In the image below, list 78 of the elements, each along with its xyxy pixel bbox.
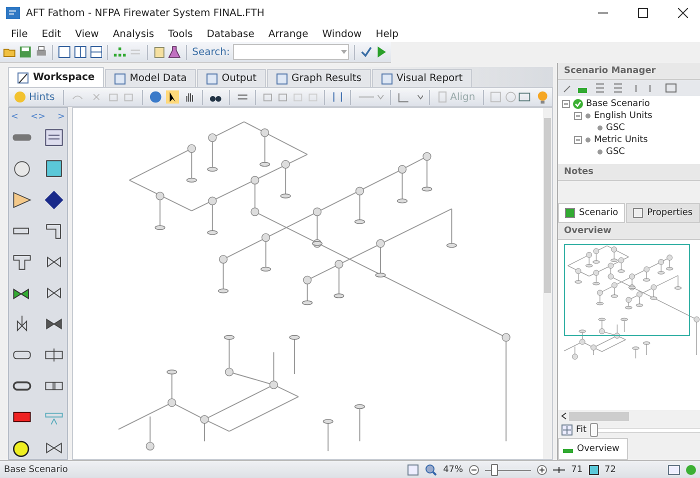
scenario-item[interactable]: Base Scenario <box>586 99 650 109</box>
zoom-icon[interactable] <box>425 464 438 476</box>
dot-icon <box>597 149 603 155</box>
menu-item[interactable]: Arrange <box>261 28 316 40</box>
collapse-icon[interactable] <box>574 136 582 144</box>
scenario-item[interactable]: English Units <box>594 111 652 121</box>
maximize-icon <box>638 8 648 18</box>
panel-title: Overview <box>558 223 700 240</box>
fit-label: Fit <box>576 425 587 435</box>
globe-icon[interactable] <box>148 90 162 104</box>
junction-count: 72 <box>604 464 616 474</box>
slider-thumb[interactable] <box>590 423 598 437</box>
menu-item[interactable]: Window <box>315 28 369 40</box>
tab[interactable]: Overview <box>558 438 628 460</box>
lightbulb-icon[interactable] <box>536 90 549 104</box>
slider-thumb[interactable] <box>490 464 498 476</box>
junction-count-icon <box>588 464 599 474</box>
panel-title: Notes <box>558 164 700 181</box>
app-logo-icon <box>6 7 20 19</box>
menu-item[interactable]: Analysis <box>106 28 162 40</box>
collapse-icon[interactable] <box>562 100 570 108</box>
search-label: Search: <box>192 46 230 58</box>
split-horizontal-icon[interactable] <box>90 45 102 59</box>
align-icon <box>438 91 448 103</box>
menu-item[interactable]: View <box>68 28 106 40</box>
help-icon <box>14 91 26 103</box>
dot-icon <box>597 125 603 131</box>
caret-icon <box>340 49 348 55</box>
tab[interactable]: Graph Results <box>266 69 371 87</box>
table-icon <box>114 72 126 84</box>
save-icon[interactable] <box>18 45 32 59</box>
single-pane-icon[interactable] <box>58 45 71 59</box>
pencil-icon <box>17 72 29 84</box>
scenario-item[interactable]: Metric Units <box>594 135 648 145</box>
menu-item[interactable]: Tools <box>161 28 200 40</box>
zoom-out-icon[interactable] <box>469 464 480 474</box>
zoom-level: 47% <box>443 464 464 474</box>
tab[interactable]: Scenario <box>558 203 626 223</box>
zoom-in-icon[interactable] <box>537 464 548 474</box>
fit-icon[interactable] <box>407 464 420 476</box>
checkmark-icon[interactable] <box>360 45 372 59</box>
play-icon[interactable] <box>375 45 388 59</box>
split-vertical-icon[interactable] <box>74 45 87 59</box>
pipe-count: 71 <box>571 464 583 474</box>
scroll-left-icon[interactable] <box>561 412 567 420</box>
menu-item[interactable]: File <box>4 28 35 40</box>
pointer-icon[interactable] <box>166 90 180 104</box>
viewport-frame[interactable] <box>564 244 690 336</box>
collapse-icon[interactable] <box>574 112 582 120</box>
status-text: Base Scenario <box>4 464 68 474</box>
menu-item[interactable]: Edit <box>34 28 68 40</box>
panel-title: Scenario Manager <box>558 63 700 80</box>
eye-icon <box>380 72 393 84</box>
chart-icon <box>276 72 288 84</box>
dot-icon <box>585 137 591 143</box>
pipe-count-icon <box>553 466 566 474</box>
hints-button[interactable]: Hints <box>12 91 57 103</box>
menu-item[interactable]: Help <box>368 28 406 40</box>
scenario-item[interactable]: GSC <box>606 147 625 157</box>
flask-icon[interactable] <box>168 45 182 59</box>
vertical-scrollbar[interactable] <box>543 108 552 459</box>
tab[interactable]: Workspace <box>8 67 104 87</box>
tab[interactable]: Properties <box>626 203 700 223</box>
tab[interactable]: Model Data <box>104 69 196 87</box>
menu-item[interactable]: Database <box>200 28 262 40</box>
properties-icon <box>633 208 644 218</box>
close-icon <box>678 8 688 18</box>
fit-icon[interactable] <box>561 424 573 436</box>
tab[interactable]: Output <box>196 69 266 87</box>
grid-icon <box>206 72 218 84</box>
tab[interactable]: Visual Report <box>372 69 472 87</box>
window-icon[interactable] <box>668 464 680 474</box>
window-title: AFT Fathom - NFPA Firewater System FINAL.FTH <box>26 8 266 18</box>
check-circle-icon <box>573 99 583 109</box>
search-field[interactable] <box>232 44 349 60</box>
dot-icon <box>585 113 591 119</box>
scenario-item[interactable]: GSC <box>606 123 625 133</box>
status-light-icon <box>686 464 696 474</box>
